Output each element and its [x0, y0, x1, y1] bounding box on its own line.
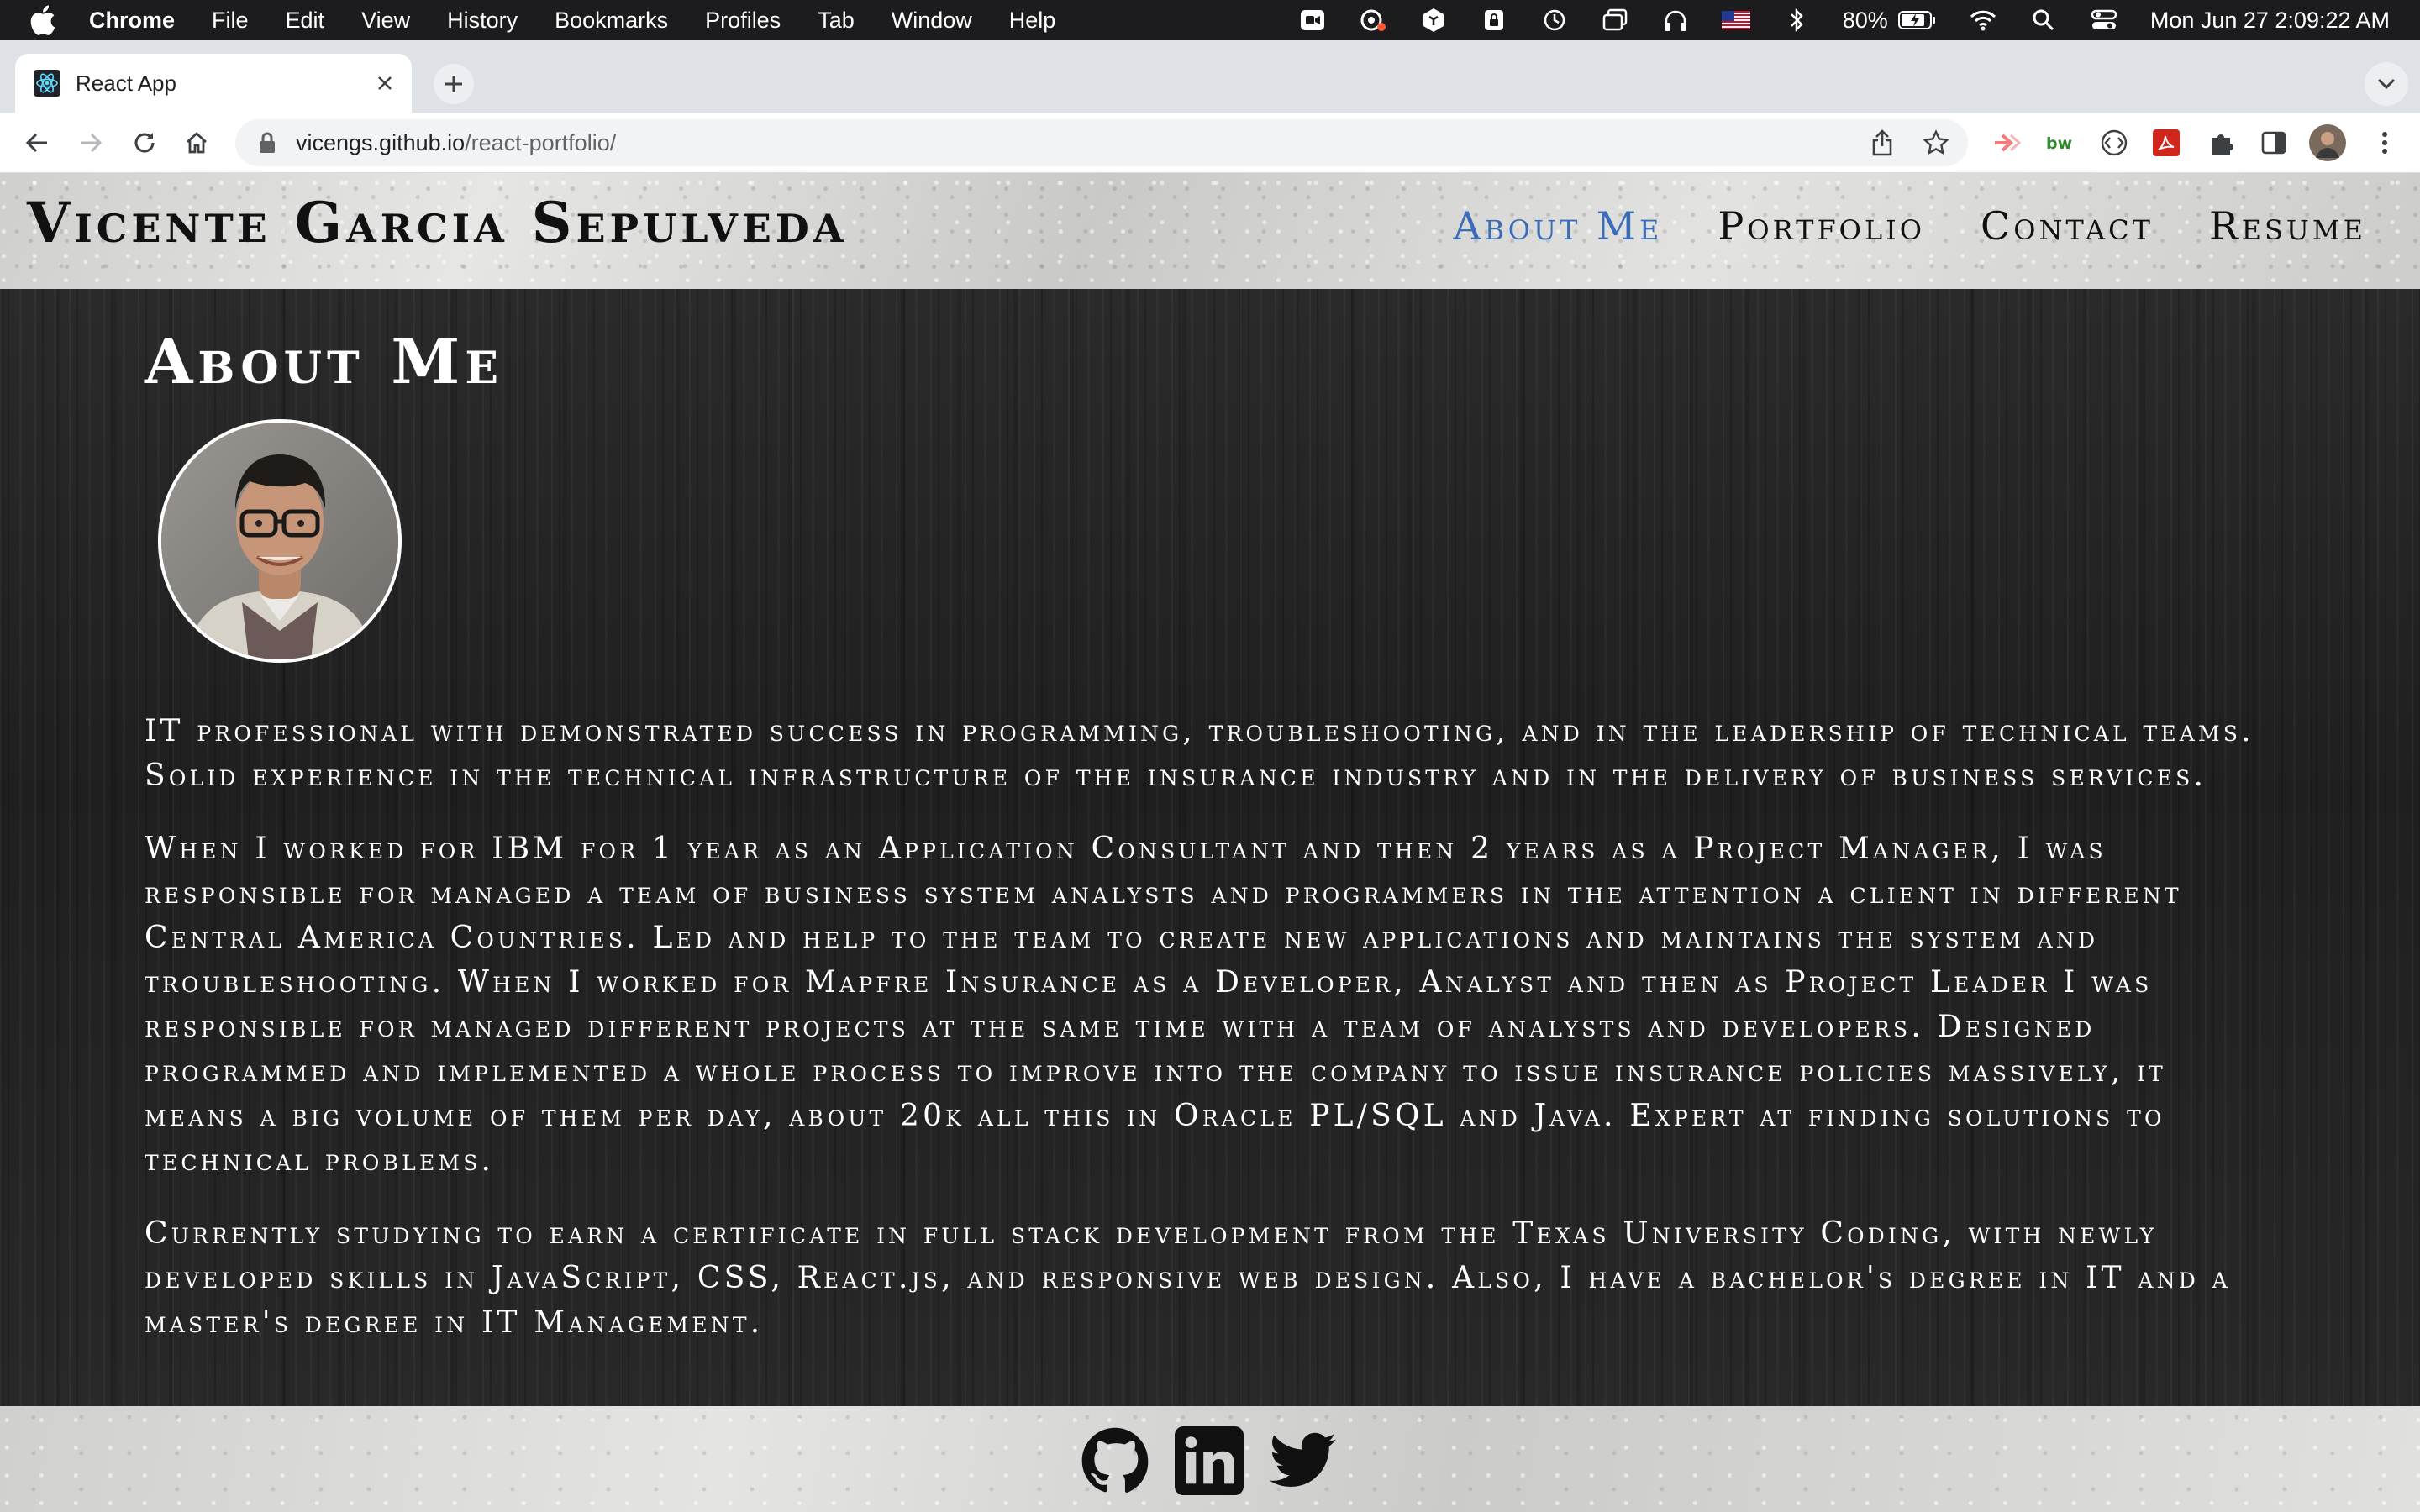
tab-title: React App — [76, 70, 176, 96]
window-overview-icon[interactable] — [1601, 8, 1629, 33]
url-path: /react-portfolio/ — [465, 129, 617, 155]
apple-menu-icon[interactable] — [30, 4, 59, 36]
menu-app-chrome[interactable]: Chrome — [89, 8, 175, 34]
wifi-icon[interactable] — [1969, 8, 1997, 33]
nav-link-about-me[interactable]: About Me — [1453, 203, 1662, 249]
dropbox-style-icon[interactable] — [1419, 8, 1448, 33]
menu-edit[interactable]: Edit — [286, 8, 325, 34]
profile-avatar[interactable] — [2309, 124, 2346, 161]
creative-cloud-icon[interactable] — [1359, 8, 1387, 33]
menu-bookmarks[interactable]: Bookmarks — [555, 8, 668, 34]
site-title[interactable]: Vicente Garcia Sepulveda — [27, 190, 847, 255]
time-machine-icon[interactable] — [1540, 8, 1569, 33]
spotlight-search-icon[interactable] — [2029, 8, 2058, 33]
linkedin-link[interactable] — [1173, 1425, 1245, 1497]
react-favicon-icon — [34, 70, 60, 97]
twitter-icon — [1270, 1432, 1336, 1487]
menu-history[interactable]: History — [447, 8, 518, 34]
arrow-left-icon — [25, 133, 47, 153]
profile-photo — [158, 419, 402, 663]
section-title: About Me — [145, 326, 503, 398]
site-header: Vicente Garcia Sepulveda About Me Portfo… — [0, 173, 2420, 289]
browser-tab-strip: React App — [0, 40, 2420, 113]
new-tab-button[interactable] — [434, 64, 474, 104]
status-area: 80% Mon Jun 27 2:09:22 AM — [1266, 0, 2390, 40]
tab-search-button[interactable] — [2365, 62, 2408, 106]
bio-paragraph-1: IT professional with demonstrated succes… — [145, 714, 2254, 793]
back-button[interactable] — [17, 123, 57, 163]
forward-button[interactable] — [71, 123, 111, 163]
svg-text:bw: bw — [2046, 134, 2072, 153]
about-section: About Me IT professional with demonstrat… — [0, 289, 2420, 1406]
menu-profiles[interactable]: Profiles — [705, 8, 781, 34]
battery-icon[interactable] — [1897, 8, 1937, 33]
bio-paragraph-2: When I worked for IBM for 1 year as an A… — [145, 832, 2182, 1178]
bookmark-star-icon[interactable] — [1921, 128, 1951, 158]
extension-pdf-icon[interactable] — [2149, 126, 2183, 160]
battery-percent: 80% — [1842, 7, 1888, 33]
lock-status-icon[interactable] — [1480, 8, 1508, 33]
us-flag-icon[interactable] — [1721, 8, 1750, 33]
menu-window[interactable]: Window — [892, 8, 972, 34]
control-center-icon[interactable] — [2090, 8, 2118, 33]
arrow-right-icon — [81, 133, 103, 153]
menu-help[interactable]: Help — [1009, 8, 1056, 34]
chrome-menu-kebab-icon[interactable] — [2368, 126, 2402, 160]
lock-icon[interactable] — [255, 131, 279, 155]
headphones-icon[interactable] — [1661, 8, 1690, 33]
tab-close-icon[interactable] — [368, 66, 402, 100]
menu-view[interactable]: View — [361, 8, 410, 34]
reload-icon — [134, 133, 155, 153]
extension-bw-icon[interactable]: bw — [2044, 126, 2077, 160]
menu-tab[interactable]: Tab — [818, 8, 855, 34]
bluetooth-icon[interactable] — [1782, 8, 1811, 33]
nav-link-contact[interactable]: Contact — [1981, 203, 2154, 249]
reload-button[interactable] — [124, 123, 165, 163]
bio-paragraph-3: Currently studying to earn a certificate… — [145, 1216, 2231, 1340]
github-link[interactable] — [1079, 1425, 1151, 1497]
social-links — [1079, 1425, 1361, 1497]
nav-link-portfolio[interactable]: Portfolio — [1718, 203, 1925, 249]
macos-menu-bar: Chrome File Edit View History Bookmarks … — [0, 0, 2420, 40]
share-icon[interactable] — [1867, 128, 1897, 158]
screen-record-icon[interactable] — [1298, 8, 1327, 33]
extension-cast-icon[interactable] — [1990, 126, 2023, 160]
extensions-puzzle-icon[interactable] — [2205, 126, 2238, 160]
address-bar[interactable]: vicengs.github.io/react-portfolio/ — [235, 119, 1968, 166]
site-navigation: About Me Portfolio Contact Resume — [1397, 203, 2366, 249]
chevron-down-icon — [2377, 78, 2396, 90]
extension-code-icon[interactable] — [2097, 126, 2131, 160]
twitter-link[interactable] — [1267, 1425, 1339, 1497]
linkedin-icon — [1175, 1426, 1244, 1495]
url-host: vicengs.github.io — [296, 129, 466, 155]
plus-icon — [445, 76, 462, 92]
menubar-clock[interactable]: Mon Jun 27 2:09:22 AM — [2150, 8, 2390, 34]
home-button[interactable] — [176, 123, 217, 163]
bio-text: IT professional with demonstrated succes… — [145, 709, 2279, 1373]
nav-link-resume[interactable]: Resume — [2209, 203, 2366, 249]
site-footer — [0, 1406, 2420, 1512]
github-icon — [1081, 1427, 1149, 1493]
home-icon — [187, 132, 207, 154]
browser-tab-react-app[interactable]: React App — [15, 54, 412, 113]
side-panel-icon[interactable] — [2257, 126, 2291, 160]
browser-toolbar: vicengs.github.io/react-portfolio/ bw — [0, 113, 2420, 173]
menu-file[interactable]: File — [212, 8, 249, 34]
